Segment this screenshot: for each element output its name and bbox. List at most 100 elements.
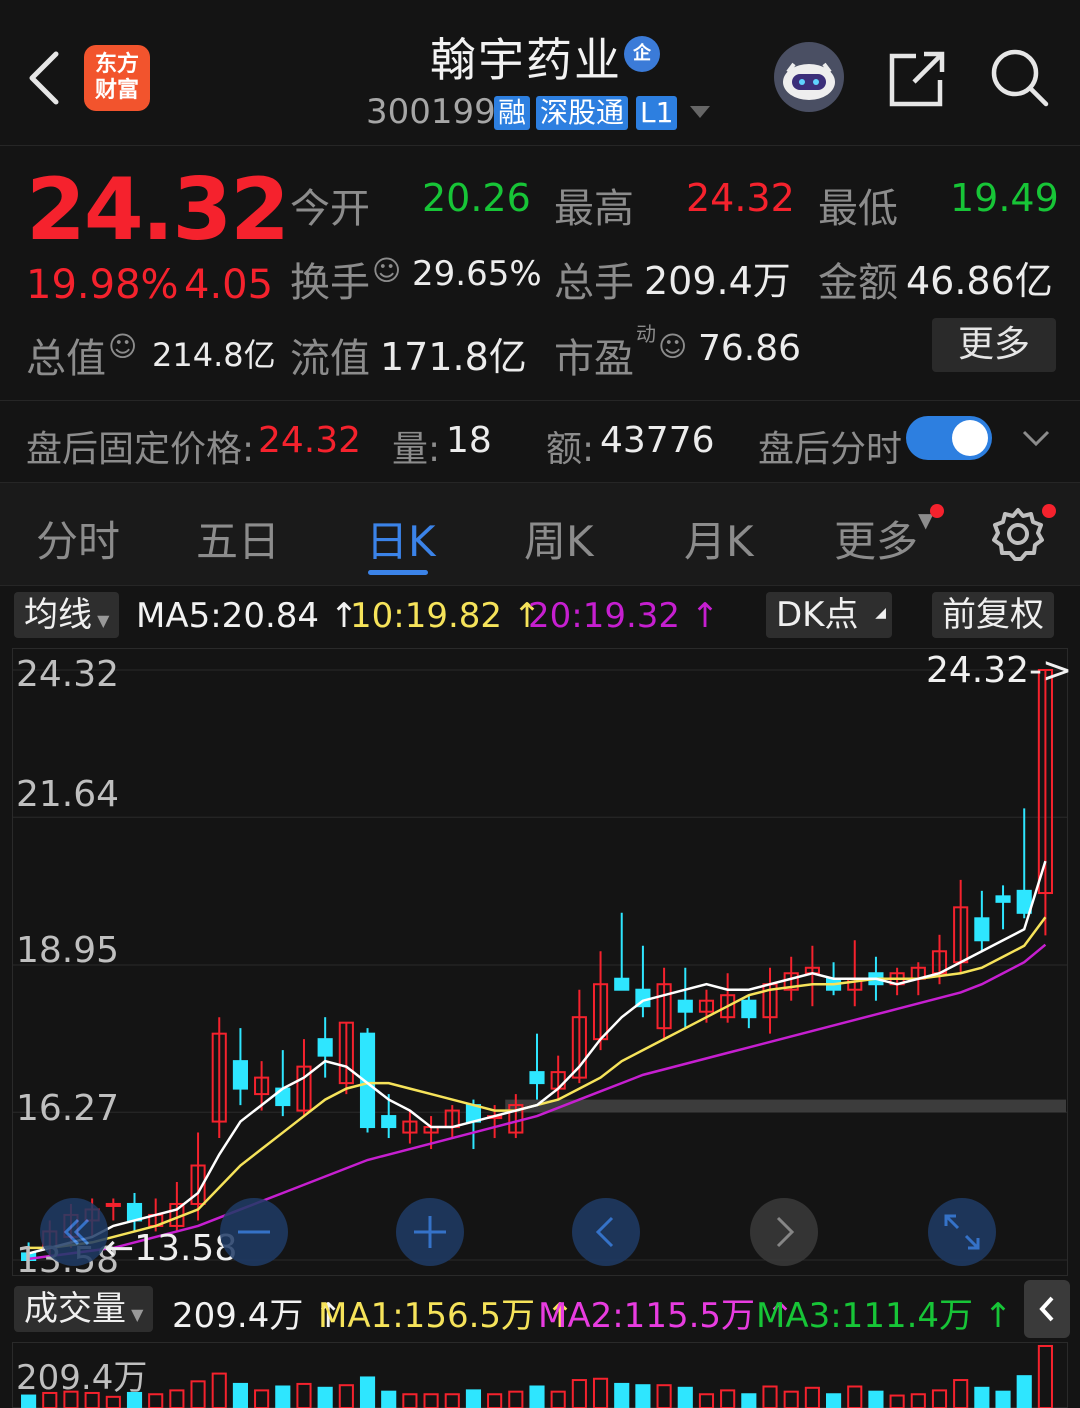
- volume-bar: [190, 1380, 206, 1408]
- active-tab-indicator: [368, 570, 428, 575]
- amount-label: 金额: [818, 260, 898, 306]
- volume-bar: [868, 1390, 884, 1408]
- high-value: 24.32: [686, 176, 795, 220]
- volume-bar: [508, 1390, 524, 1408]
- change-percent: 19.98%: [26, 262, 179, 308]
- volume-current-text: 209.4万: [172, 1296, 304, 1336]
- candle-body: [614, 977, 630, 991]
- candle-body: [1016, 889, 1032, 914]
- tab-more[interactable]: 更多▼: [834, 508, 933, 569]
- pe-info-icon[interactable]: ☺: [658, 330, 687, 363]
- candle-body: [529, 1071, 545, 1085]
- candle-body: [317, 1038, 333, 1057]
- volume-bar: [296, 1382, 312, 1408]
- volume-bar: [465, 1389, 482, 1408]
- volume-max-label: 209.4万: [16, 1358, 148, 1398]
- volume-bar: [592, 1377, 609, 1408]
- caret-down-icon[interactable]: [690, 106, 710, 118]
- volume-bar: [635, 1384, 651, 1408]
- tag-margin: 融: [494, 96, 531, 130]
- zoom-in-button[interactable]: [396, 1198, 464, 1266]
- volume-bar: [698, 1393, 715, 1408]
- caret-down-icon: ▼: [126, 1305, 144, 1324]
- volume-bar: [783, 1390, 799, 1408]
- after-hours-toggle[interactable]: [906, 416, 992, 460]
- next-button[interactable]: [750, 1198, 818, 1266]
- volume-bar: [169, 1389, 185, 1408]
- mktcap-info-icon[interactable]: ☺: [108, 330, 137, 363]
- volume-chart: [12, 1342, 1068, 1408]
- tab-intraday[interactable]: 分时: [36, 508, 120, 569]
- dk-point-selector[interactable]: DK点 ◢: [766, 592, 892, 638]
- after-hours-vol-label: 量:: [392, 429, 441, 470]
- ma5-value: MA5:20.84 ↑: [136, 596, 358, 636]
- volume-bar: [741, 1393, 757, 1408]
- search-icon[interactable]: [988, 46, 1050, 108]
- settings-notification-dot: [1042, 504, 1056, 518]
- high-label: 最高: [554, 186, 634, 232]
- tab-weekly-k[interactable]: 周K: [524, 508, 594, 569]
- volume-value: 209.4万: [644, 259, 791, 303]
- after-hours-amt-label: 额:: [546, 429, 595, 470]
- volume-selector[interactable]: 成交量 ▼: [14, 1286, 154, 1332]
- tag-connect: 深股通: [536, 96, 629, 130]
- pe-dynamic-mark: 动: [636, 322, 656, 346]
- kline-chart[interactable]: [12, 648, 1068, 1276]
- pe-label: 市盈: [554, 336, 634, 382]
- adjust-selector[interactable]: 前复权: [932, 592, 1054, 638]
- volume-bar: [317, 1386, 333, 1408]
- volume-bar: [826, 1393, 842, 1408]
- volume-label: 总手: [554, 260, 634, 306]
- turnover-info-icon[interactable]: ☺: [372, 254, 401, 287]
- up-arrow-icon: ↑: [983, 1296, 1013, 1336]
- fullscreen-button[interactable]: [928, 1198, 996, 1266]
- volume-ma1-text: MA1:156.5万: [318, 1296, 536, 1336]
- y-tick-label: 18.95: [16, 930, 120, 971]
- volume-bar: [571, 1379, 587, 1408]
- volume-bar: [614, 1382, 630, 1408]
- last-price: 24.32: [26, 160, 290, 260]
- volume-ma2-text: MA2:115.5万: [538, 1296, 756, 1336]
- amount-value: 46.86亿: [906, 259, 1053, 303]
- volume-ma1: MA1:156.5万 ↑: [318, 1288, 574, 1337]
- toggle-knob: [952, 420, 988, 456]
- turnover-value: 29.65%: [412, 254, 542, 294]
- expand-icon: [944, 1214, 980, 1250]
- step-back-button[interactable]: [40, 1198, 108, 1266]
- candle-body: [741, 999, 757, 1019]
- y-tick-label: 24.32: [16, 654, 120, 695]
- tab-monthly-k[interactable]: 月K: [684, 508, 754, 569]
- ma-selector[interactable]: 均线 ▼: [14, 592, 120, 638]
- chevron-down-icon[interactable]: [1022, 424, 1050, 452]
- assistant-avatar-icon[interactable]: [774, 42, 844, 112]
- volume-bar: [1016, 1375, 1032, 1408]
- ma5-text: MA5:20.84: [136, 596, 320, 636]
- tab-five-day[interactable]: 五日: [196, 508, 280, 569]
- volume-bar: [720, 1389, 736, 1408]
- chevron-left-icon: [1039, 1296, 1054, 1322]
- volume-bar: [656, 1384, 672, 1408]
- ma-selector-label: 均线: [24, 595, 92, 635]
- ma20-value: 20:19.32 ↑: [528, 596, 719, 636]
- ma10-value: 10:19.82 ↑: [350, 596, 541, 636]
- more-quote-button[interactable]: 更多: [932, 318, 1056, 372]
- enterprise-badge: 企: [624, 36, 660, 72]
- previous-button[interactable]: [572, 1198, 640, 1266]
- gear-icon[interactable]: [990, 506, 1046, 562]
- low-label: 最低: [818, 186, 898, 232]
- volume-bar: [444, 1393, 460, 1408]
- tab-daily-k[interactable]: 日K: [366, 508, 436, 569]
- low-value: 19.49: [950, 176, 1059, 220]
- volume-bar: [889, 1394, 905, 1408]
- minus-icon: [238, 1230, 270, 1234]
- share-icon[interactable]: [886, 48, 948, 110]
- dk-point-label: DK点: [776, 595, 859, 635]
- mktcap-label: 总值: [26, 336, 106, 382]
- candle-body: [381, 1115, 397, 1129]
- candle-body: [974, 917, 990, 942]
- volume-bar: [550, 1390, 566, 1408]
- collapse-panel-button[interactable]: [1024, 1280, 1070, 1338]
- volume-bar: [381, 1390, 397, 1408]
- ma10-text: 10:19.82: [350, 596, 503, 636]
- zoom-out-button[interactable]: [220, 1198, 288, 1266]
